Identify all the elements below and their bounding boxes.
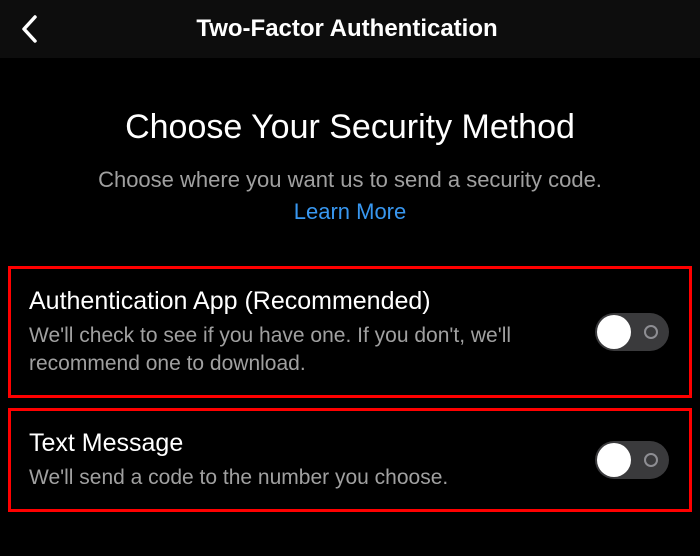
option-title: Text Message bbox=[29, 429, 575, 458]
header-bar: Two-Factor Authentication bbox=[0, 0, 700, 58]
page-subtitle: Choose where you want us to send a secur… bbox=[30, 165, 670, 226]
intro-section: Choose Your Security Method Choose where… bbox=[0, 58, 700, 256]
toggle-ring-icon bbox=[644, 325, 658, 339]
toggle-knob-icon bbox=[597, 443, 631, 477]
option-text-message[interactable]: Text Message We'll send a code to the nu… bbox=[8, 408, 692, 512]
toggle-text-message[interactable] bbox=[595, 441, 669, 479]
options-list: Authentication App (Recommended) We'll c… bbox=[0, 266, 700, 512]
toggle-authentication-app[interactable] bbox=[595, 313, 669, 351]
option-text: Authentication App (Recommended) We'll c… bbox=[29, 287, 595, 377]
option-title: Authentication App (Recommended) bbox=[29, 287, 575, 316]
toggle-ring-icon bbox=[644, 453, 658, 467]
option-description: We'll check to see if you have one. If y… bbox=[29, 322, 575, 377]
option-description: We'll send a code to the number you choo… bbox=[29, 464, 575, 491]
page-header-title: Two-Factor Authentication bbox=[14, 15, 680, 43]
option-text: Text Message We'll send a code to the nu… bbox=[29, 429, 595, 491]
option-authentication-app[interactable]: Authentication App (Recommended) We'll c… bbox=[8, 266, 692, 398]
page-title: Choose Your Security Method bbox=[30, 108, 670, 147]
subtitle-text: Choose where you want us to send a secur… bbox=[98, 167, 602, 192]
learn-more-link[interactable]: Learn More bbox=[294, 197, 407, 227]
toggle-knob-icon bbox=[597, 315, 631, 349]
